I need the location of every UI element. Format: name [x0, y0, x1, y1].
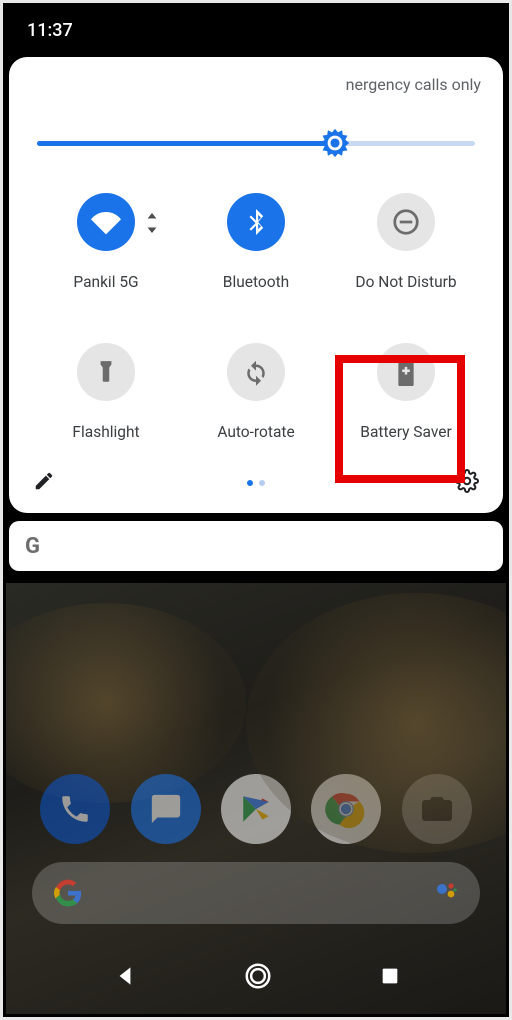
home-search-bar[interactable]	[32, 862, 480, 924]
nav-recents-icon[interactable]	[379, 965, 401, 991]
tile-flashlight-label: Flashlight	[72, 423, 139, 441]
brightness-thumb-icon[interactable]	[318, 126, 352, 160]
page-dot-1	[247, 480, 253, 486]
google-search-card[interactable]: G	[9, 521, 503, 571]
play-store-icon[interactable]	[221, 774, 291, 844]
tile-battery-saver[interactable]: Battery Saver	[331, 343, 481, 441]
tile-wifi-label: Pankil 5G	[73, 273, 138, 291]
quick-settings-panel: nergency calls only Pankil 5G	[9, 57, 503, 513]
tile-autorotate-label: Auto-rotate	[217, 423, 294, 441]
tile-battery-saver-label: Battery Saver	[360, 423, 451, 441]
nav-home-icon[interactable]	[243, 961, 273, 995]
camera-app-icon[interactable]	[402, 774, 472, 844]
battery-saver-icon	[377, 343, 435, 401]
tile-flashlight[interactable]: Flashlight	[31, 343, 181, 441]
phone-app-icon[interactable]	[40, 774, 110, 844]
app-dock	[6, 774, 506, 844]
home-wallpaper	[6, 583, 506, 1014]
assistant-icon	[434, 879, 458, 907]
status-time: 11:37	[27, 20, 73, 41]
navigation-bar	[6, 950, 506, 1006]
status-bar: 11:37	[3, 3, 509, 57]
flashlight-icon	[77, 343, 135, 401]
google-logo-icon	[54, 879, 82, 907]
edit-tiles-button[interactable]	[33, 470, 55, 496]
chevron-expand-icon[interactable]	[146, 213, 158, 237]
page-indicator	[247, 480, 265, 486]
tile-dnd-label: Do Not Disturb	[355, 273, 456, 291]
tile-bluetooth-label: Bluetooth	[223, 273, 289, 291]
tile-autorotate[interactable]: Auto-rotate	[181, 343, 331, 441]
page-dot-2	[259, 480, 265, 486]
settings-button[interactable]	[455, 469, 479, 497]
wifi-icon	[77, 193, 135, 251]
dnd-icon	[377, 193, 435, 251]
messages-app-icon[interactable]	[131, 774, 201, 844]
chrome-app-icon[interactable]	[311, 774, 381, 844]
google-g-icon: G	[25, 534, 40, 559]
tile-wifi[interactable]: Pankil 5G	[31, 193, 181, 291]
autorotate-icon	[227, 343, 285, 401]
nav-back-icon[interactable]	[112, 963, 138, 993]
tile-bluetooth[interactable]: Bluetooth	[181, 193, 331, 291]
qs-tiles-grid: Pankil 5G Bluetooth Do Not Disturb Flash…	[31, 183, 481, 467]
tile-dnd[interactable]: Do Not Disturb	[331, 193, 481, 291]
qs-status-text: nergency calls only	[31, 75, 481, 121]
brightness-slider[interactable]	[37, 125, 475, 161]
brightness-level	[37, 141, 335, 146]
bluetooth-icon	[227, 193, 285, 251]
